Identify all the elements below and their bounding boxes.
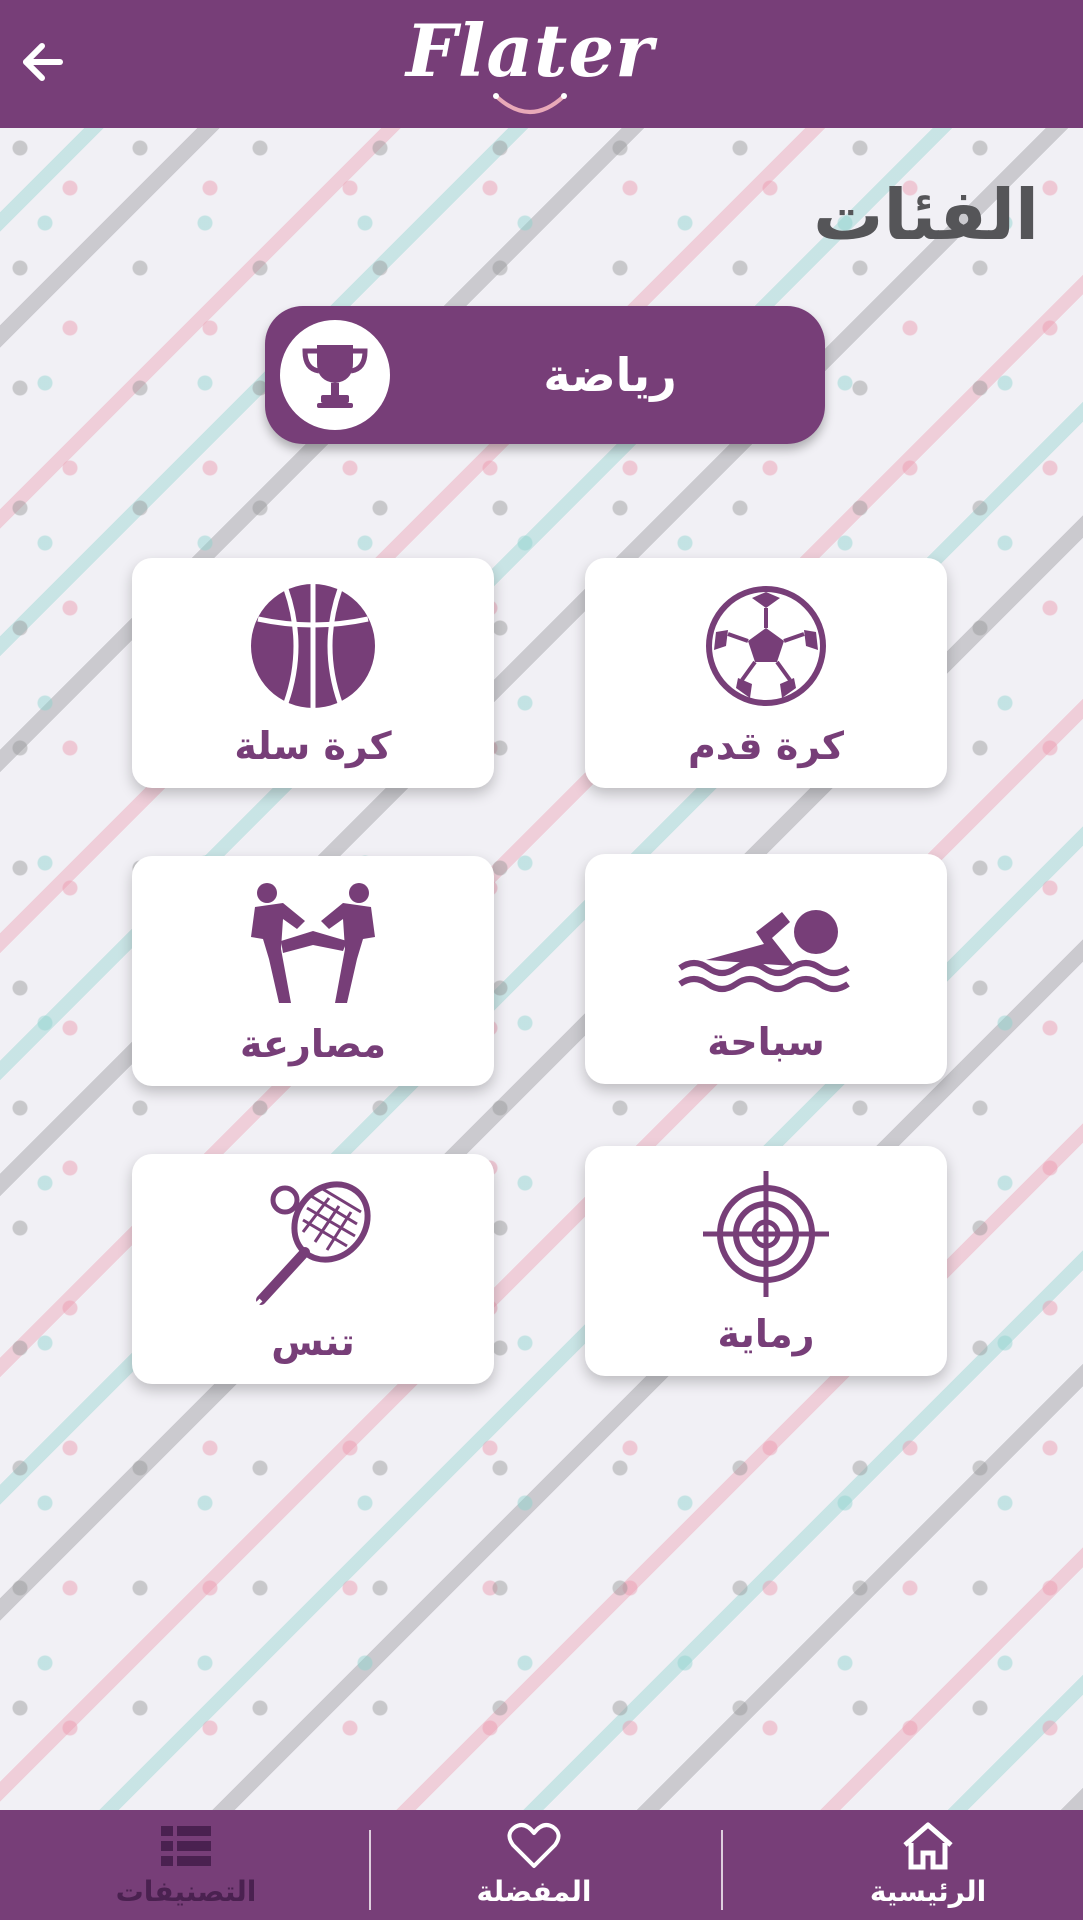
page-title: الفئات: [813, 174, 1039, 256]
nav-favorites-label: المفضلة: [476, 1875, 592, 1908]
nav-categories[interactable]: التصنيفات: [66, 1810, 306, 1920]
card-label: تنس: [271, 1320, 355, 1364]
home-icon: [903, 1822, 953, 1870]
back-button[interactable]: [14, 32, 70, 92]
bottom-navigation: الرئيسية المفضلة التصنيفات: [0, 1810, 1083, 1920]
card-wrestling[interactable]: مصارعة: [132, 856, 494, 1086]
logo-text: Flater: [405, 8, 655, 93]
arrow-left-icon: [23, 43, 63, 81]
card-label: مصارعة: [239, 1022, 387, 1066]
card-label: سباحة: [707, 1020, 825, 1064]
tennis-icon: [253, 1181, 371, 1308]
app-logo: Flater: [380, 6, 680, 124]
trophy-icon: [302, 345, 368, 408]
card-basketball[interactable]: كرة سلة: [132, 558, 494, 788]
category-sports-button[interactable]: رياضة: [265, 306, 825, 444]
card-label: كرة قدم: [687, 724, 845, 768]
app-header: Flater: [0, 0, 1083, 128]
list-icon: [161, 1826, 211, 1866]
card-football[interactable]: كرة قدم: [585, 558, 947, 788]
card-label: رماية: [717, 1312, 815, 1356]
smile-icon: [493, 93, 567, 114]
trophy-icon-circle: [280, 320, 390, 430]
heart-icon: [507, 1823, 561, 1868]
soccer-ball-icon: [706, 586, 826, 706]
card-tennis[interactable]: تنس: [132, 1154, 494, 1384]
basketball-icon: [251, 584, 375, 708]
category-label: رياضة: [543, 348, 677, 402]
nav-divider: [721, 1830, 723, 1910]
nav-divider: [369, 1830, 371, 1910]
swimming-icon: [678, 910, 850, 992]
card-label: كرة سلة: [234, 724, 392, 768]
card-shooting[interactable]: رماية: [585, 1146, 947, 1376]
nav-home-label: الرئيسية: [869, 1875, 987, 1908]
card-swimming[interactable]: سباحة: [585, 854, 947, 1084]
wrestling-icon: [251, 883, 375, 1003]
nav-home[interactable]: الرئيسية: [808, 1810, 1048, 1920]
nav-favorites[interactable]: المفضلة: [414, 1810, 654, 1920]
target-icon: [703, 1171, 829, 1297]
nav-categories-label: التصنيفات: [115, 1875, 257, 1908]
